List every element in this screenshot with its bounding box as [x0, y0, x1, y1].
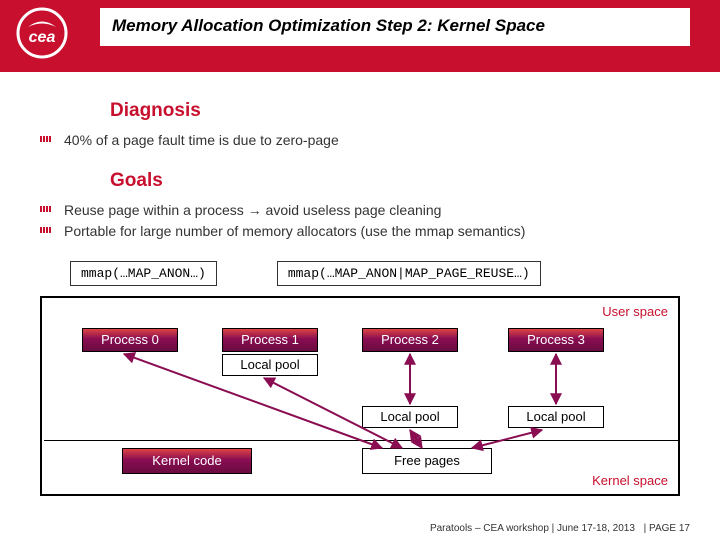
local-pool-2: Local pool	[362, 406, 458, 428]
goals-item-0: Reuse page within a process → avoid usel…	[40, 200, 680, 220]
footer-page: | PAGE 17	[644, 523, 690, 534]
kernel-code-box: Kernel code	[122, 448, 252, 474]
local-pool-3: Local pool	[508, 406, 604, 428]
cea-logo: cea	[12, 6, 72, 60]
process-0-box: Process 0	[82, 328, 178, 352]
diagnosis-bullets: 40% of a page fault time is due to zero-…	[40, 130, 680, 150]
diagnosis-item: 40% of a page fault time is due to zero-…	[40, 130, 680, 150]
slide-title: Memory Allocation Optimization Step 2: K…	[100, 8, 690, 46]
diagnosis-heading: Diagnosis	[110, 100, 680, 122]
svg-text:cea: cea	[29, 29, 56, 46]
footer-text: Paratools – CEA workshop | June 17-18, 2…	[430, 523, 635, 534]
goals-heading: Goals	[110, 170, 680, 192]
kernel-space-label: Kernel space	[592, 473, 668, 488]
local-pool-1: Local pool	[222, 354, 318, 376]
footer: Paratools – CEA workshop | June 17-18, 2…	[430, 523, 690, 534]
process-1-box: Process 1	[222, 328, 318, 352]
content-area: Diagnosis 40% of a page fault time is du…	[40, 100, 680, 496]
goals-bullets: Reuse page within a process → avoid usel…	[40, 200, 680, 241]
code-after: mmap(…MAP_ANON|MAP_PAGE_REUSE…)	[277, 261, 541, 286]
architecture-diagram: User space Kernel space Process 0 Proces…	[40, 296, 680, 496]
process-2-box: Process 2	[362, 328, 458, 352]
user-kernel-divider	[44, 440, 678, 441]
process-3-box: Process 3	[508, 328, 604, 352]
user-space-label: User space	[602, 304, 668, 319]
free-pages-box: Free pages	[362, 448, 492, 474]
code-comparison: mmap(…MAP_ANON…) mmap(…MAP_ANON|MAP_PAGE…	[70, 261, 680, 286]
code-before: mmap(…MAP_ANON…)	[70, 261, 217, 286]
goals-item-1: Portable for large number of memory allo…	[40, 221, 680, 241]
